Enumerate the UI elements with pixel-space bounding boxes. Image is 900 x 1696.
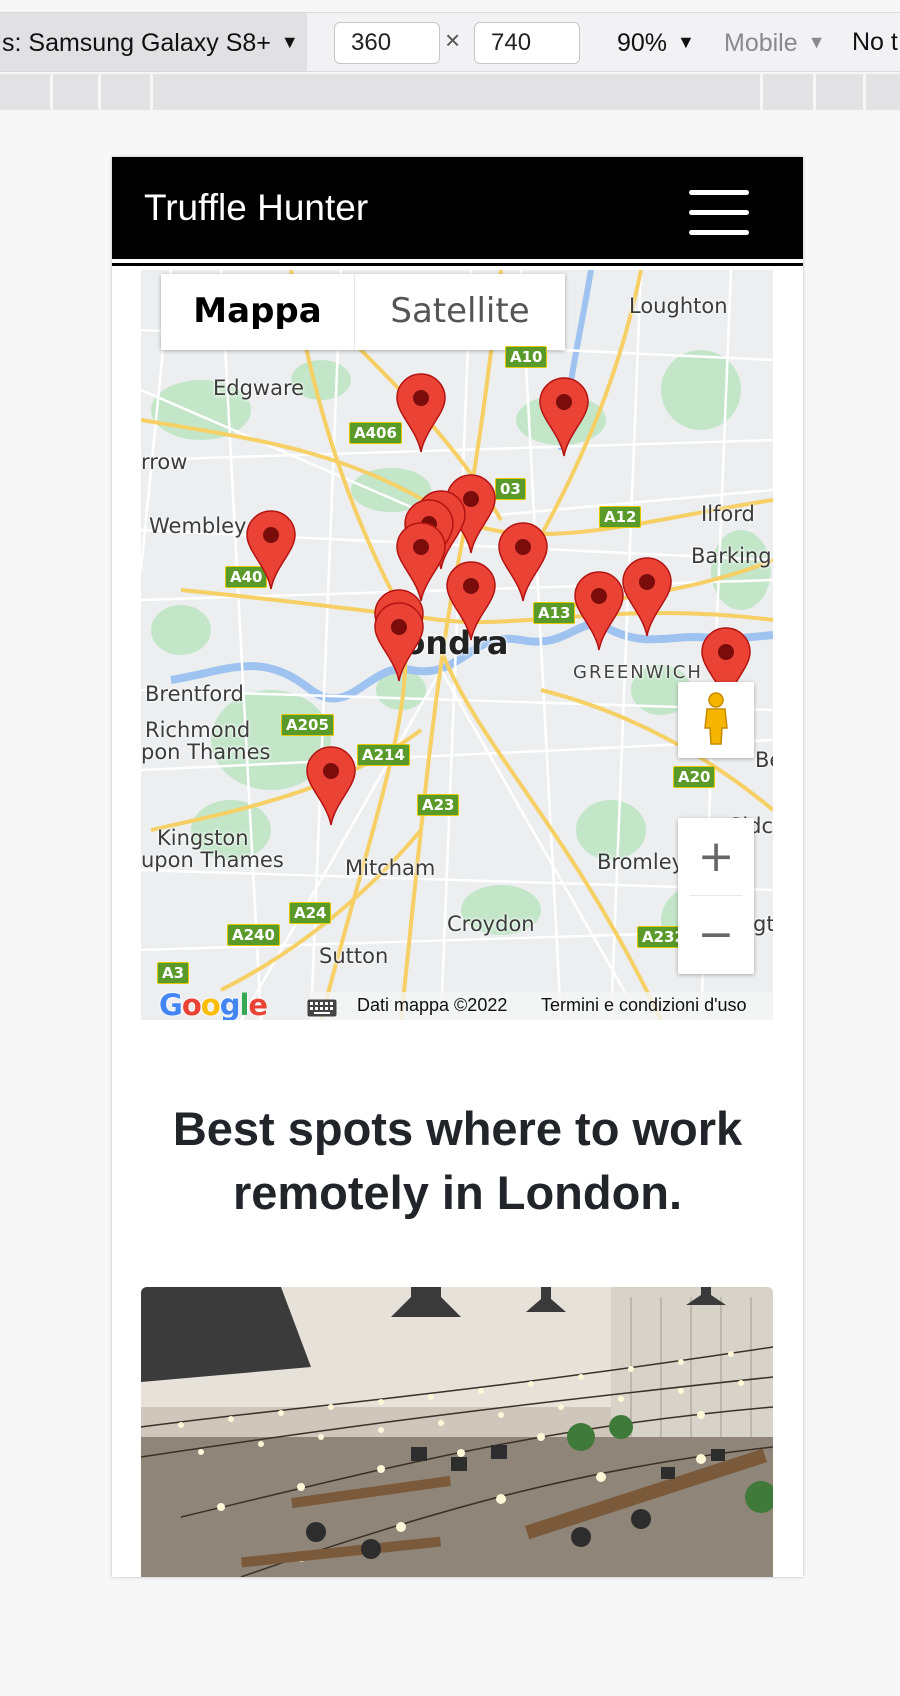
height-input[interactable]: 740	[474, 22, 580, 64]
map-attribution: Google Dati mappa ©2022 Termini e condiz…	[141, 988, 773, 1020]
road-shield: A12	[599, 506, 642, 528]
device-name: s: Samsung Galaxy S8+	[2, 29, 271, 57]
ruler-tick	[813, 74, 816, 110]
zoom-control: + −	[678, 818, 754, 974]
chevron-down-icon: ▼	[280, 32, 299, 52]
road-shield: A13	[533, 602, 576, 624]
width-input[interactable]: 360	[334, 22, 440, 64]
ruler-tick	[760, 74, 763, 110]
road-shield: A20	[673, 766, 716, 788]
place-label: Mitcham	[345, 856, 436, 880]
road-shield: A3	[157, 962, 190, 984]
road-shield: A23	[417, 794, 460, 816]
place-label: pon Thames	[141, 740, 271, 764]
brand-link[interactable]: Truffle Hunter	[144, 187, 368, 229]
road-shield: 03	[495, 478, 526, 500]
keyboard-shortcuts-icon[interactable]	[307, 999, 337, 1017]
road-shield: A205	[281, 714, 334, 736]
device-select[interactable]: s: Samsung Galaxy S8+ ▼	[0, 13, 307, 71]
device-viewport: Truffle Hunter Mappa Satellite Loughton …	[112, 157, 803, 1577]
place-label: Wembley	[149, 514, 247, 538]
devtools-device-toolbar: s: Samsung Galaxy S8+ ▼ 360 × 740 90% ▼ Mo…	[0, 12, 900, 72]
place-label: Loughton	[629, 294, 728, 318]
ruler-tick	[150, 74, 153, 110]
place-label: rrow	[141, 450, 188, 474]
media-query-ruler[interactable]	[0, 74, 900, 110]
ruler-tick	[863, 74, 866, 110]
road-shield: A24	[289, 902, 332, 924]
street-view-pegman-icon[interactable]	[678, 682, 754, 758]
place-label: Be	[755, 748, 773, 772]
map-type-map-button[interactable]: Mappa	[161, 274, 355, 350]
place-label: Bromley	[597, 850, 685, 874]
road-shield: A214	[357, 744, 410, 766]
zoom-value: 90%	[617, 29, 668, 57]
map-type-control: Mappa Satellite	[161, 274, 565, 350]
place-label: Edgware	[213, 376, 305, 400]
place-label: gt	[753, 912, 773, 936]
road-shield: A240	[227, 924, 280, 946]
page-headline: Best spots where to work remotely in Lon…	[172, 1102, 743, 1219]
hamburger-menu-icon[interactable]	[689, 190, 749, 236]
place-label: Ilford	[701, 502, 755, 526]
place-label-london: Londra	[383, 624, 509, 662]
navbar: Truffle Hunter	[112, 157, 803, 263]
zoom-select[interactable]: 90% ▼	[617, 13, 695, 72]
ruler-tick	[50, 74, 53, 110]
times-icon: ×	[445, 25, 461, 55]
google-map[interactable]: Mappa Satellite Loughton Edgware rrow We…	[141, 270, 773, 1020]
coworking-space-photo	[141, 1287, 773, 1577]
device-mode-value: Mobile	[724, 29, 798, 57]
map-data-credit[interactable]: Dati mappa ©2022	[357, 995, 507, 1016]
place-label: Sutton	[319, 944, 389, 968]
place-label: GREENWICH	[573, 662, 703, 683]
chevron-down-icon: ▼	[677, 32, 695, 52]
google-logo[interactable]: Google	[159, 988, 268, 1020]
zoom-out-button[interactable]: −	[678, 896, 754, 973]
place-label: Croydon	[447, 912, 535, 936]
zoom-in-button[interactable]: +	[678, 818, 754, 895]
place-label: Kingston	[157, 826, 249, 850]
place-label: Richmond	[145, 718, 251, 742]
place-label: upon Thames	[141, 848, 284, 872]
throttle-select[interactable]: No t	[852, 13, 898, 71]
road-shield: A406	[349, 422, 402, 444]
device-mode-select[interactable]: Mobile ▼	[724, 13, 825, 72]
place-label: Barking	[691, 544, 772, 568]
road-shield: A10	[505, 346, 548, 368]
ruler-tick	[98, 74, 101, 110]
road-shield: A40	[225, 566, 268, 588]
terms-link[interactable]: Termini e condizioni d'uso	[541, 995, 747, 1016]
map-type-satellite-button[interactable]: Satellite	[355, 274, 565, 350]
chevron-down-icon: ▼	[807, 32, 826, 52]
place-label: Brentford	[145, 682, 244, 706]
